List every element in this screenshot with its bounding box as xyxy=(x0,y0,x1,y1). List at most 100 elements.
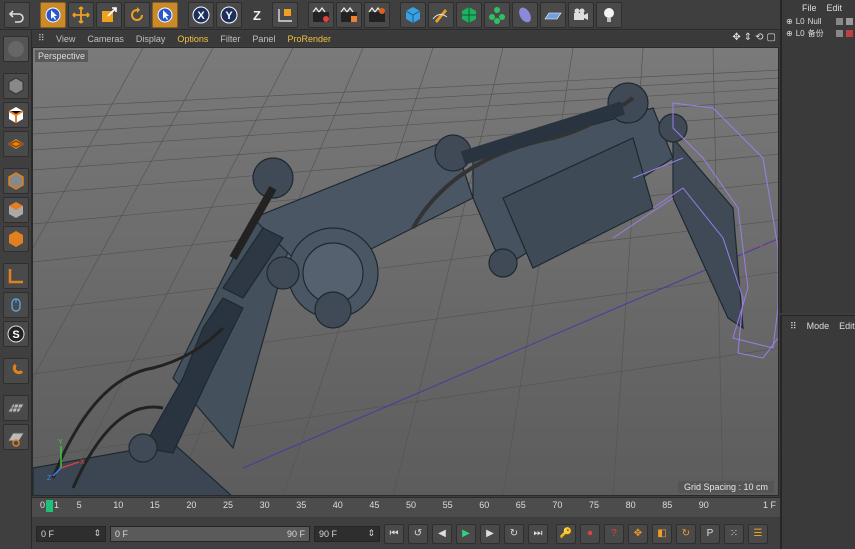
magnet-button[interactable] xyxy=(2,358,29,384)
menu-options[interactable]: Options xyxy=(171,34,214,44)
render-view-button[interactable] xyxy=(308,1,334,28)
menu-cameras[interactable]: Cameras xyxy=(81,34,130,44)
key-position-button[interactable]: ✥ xyxy=(628,523,648,544)
render-settings-button[interactable] xyxy=(364,1,390,28)
rotate-button[interactable] xyxy=(124,1,150,28)
recent-tool-button[interactable] xyxy=(152,1,178,28)
key-parameter-button[interactable]: P xyxy=(700,523,720,544)
subdivision-icon xyxy=(462,6,476,23)
move-button[interactable] xyxy=(68,1,94,28)
timeline-window-button[interactable]: ☰ xyxy=(748,523,768,544)
x-axis-button[interactable]: X xyxy=(188,1,214,28)
render-toggle[interactable] xyxy=(846,17,853,25)
y-axis-button[interactable]: Y xyxy=(216,1,242,28)
visibility-toggle[interactable] xyxy=(836,17,843,25)
cloner-button[interactable] xyxy=(484,1,510,28)
start-frame-field[interactable]: 0 F ⇕ xyxy=(36,525,106,542)
menu-edit[interactable]: Edit xyxy=(827,3,843,13)
floor-icon xyxy=(544,12,562,19)
polygons-mode-button[interactable] xyxy=(2,197,29,223)
tweak-mode-button[interactable] xyxy=(2,263,29,289)
render-view-icon xyxy=(312,6,329,22)
timeline-tick-label: 25 xyxy=(223,500,234,510)
next-frame-button[interactable]: ▶ xyxy=(480,523,500,544)
menu-view[interactable]: View xyxy=(50,34,81,44)
light-icon xyxy=(604,7,614,22)
menu-display[interactable]: Display xyxy=(130,34,172,44)
object-row-backup[interactable]: ⊕ L0 备份 xyxy=(782,27,855,39)
locked-workplane-button[interactable] xyxy=(2,424,29,450)
coordinate-system-icon xyxy=(278,8,292,22)
cube-button[interactable] xyxy=(400,1,426,28)
perspective-viewport[interactable]: Y X Z Perspective Grid Spacing : 10 cm xyxy=(32,47,779,496)
key-rotation-button[interactable]: ↻ xyxy=(676,523,696,544)
grip-icon: ⠿ xyxy=(790,320,797,331)
previous-frame-button[interactable]: ◀ xyxy=(432,523,452,544)
render-toggle[interactable] xyxy=(846,29,853,37)
undo-button[interactable] xyxy=(4,1,30,28)
maximize-icon[interactable]: ▢ xyxy=(767,32,776,43)
menu-prorender[interactable]: ProRender xyxy=(281,34,337,44)
deformer-button[interactable] xyxy=(512,1,538,28)
render-settings-icon xyxy=(368,6,385,22)
camera-button[interactable] xyxy=(568,1,594,28)
scale-button[interactable] xyxy=(96,1,122,28)
edges-mode-button[interactable] xyxy=(2,168,29,194)
timeline-tick-label: 35 xyxy=(296,500,307,510)
model-mode-button[interactable] xyxy=(2,73,29,99)
undo-icon xyxy=(8,9,24,23)
visibility-toggle[interactable] xyxy=(836,29,843,37)
pan-icon[interactable]: ✥ xyxy=(732,32,740,43)
record-icon: ⏺ xyxy=(587,528,593,539)
dolly-icon[interactable]: ⇕ xyxy=(744,32,752,43)
snap-button[interactable]: S xyxy=(2,321,29,347)
timeline-tick-label: 40 xyxy=(332,500,343,510)
points-mode-button[interactable] xyxy=(2,131,29,157)
render-picture-viewer-button[interactable] xyxy=(336,1,362,28)
svg-text:X: X xyxy=(197,10,205,22)
attribute-manager-menubar: ⠿ Mode Edit xyxy=(782,316,855,336)
pen-button[interactable] xyxy=(428,1,454,28)
x-axis-icon: X xyxy=(192,6,210,23)
next-key-button[interactable]: ↻ xyxy=(504,523,524,544)
go-to-end-button[interactable]: ⏭ xyxy=(528,523,548,544)
solo-button[interactable] xyxy=(2,292,29,318)
z-axis-button[interactable]: Z xyxy=(244,1,270,28)
live-select-button[interactable] xyxy=(40,1,66,28)
previous-key-button[interactable]: ↺ xyxy=(408,523,428,544)
workplane-button[interactable] xyxy=(2,395,29,421)
play-button[interactable]: ▶ xyxy=(456,523,476,544)
timeline-playhead[interactable] xyxy=(46,500,53,512)
make-editable-icon xyxy=(7,41,24,57)
floor-button[interactable] xyxy=(540,1,566,28)
expand-icon[interactable]: ⊕ xyxy=(786,29,793,38)
record-keys-button[interactable]: 🔑 xyxy=(556,523,576,544)
timeline-ruler[interactable]: 0 5 10 15 20 25 30 35 40 45 50 55 60 65 70 75 80 85 90 1 1… xyxy=(32,497,780,517)
model-mode-icon xyxy=(8,77,23,95)
solo-icon: S xyxy=(7,325,24,343)
key-scale-button[interactable]: ◧ xyxy=(652,523,672,544)
grid-spacing-readout: Grid Spacing : 10 cm xyxy=(677,481,774,493)
texture-mode-button[interactable] xyxy=(2,102,29,128)
orbit-icon[interactable]: ⟲ xyxy=(755,32,763,43)
menu-mode[interactable]: Mode xyxy=(807,321,830,331)
menu-file[interactable]: File xyxy=(802,3,817,13)
autokey-button[interactable]: ? xyxy=(604,523,624,544)
key-pla-button[interactable]: ⁙ xyxy=(724,523,744,544)
go-to-start-button[interactable]: ⏮ xyxy=(384,523,404,544)
expand-icon[interactable]: ⊕ xyxy=(786,17,793,26)
make-editable-button[interactable] xyxy=(2,36,29,62)
frame-range-slider[interactable]: 0 F 90 F xyxy=(110,525,310,542)
axis-mode-button[interactable] xyxy=(2,226,29,252)
end-frame-field[interactable]: 90 F ⇕ xyxy=(314,525,380,542)
light-button[interactable] xyxy=(596,1,622,28)
record-active-button[interactable]: ⏺ xyxy=(580,523,600,544)
texture-mode-icon xyxy=(8,107,23,123)
menu-edit[interactable]: Edit xyxy=(839,321,855,331)
menu-panel[interactable]: Panel xyxy=(246,34,281,44)
left-tool-palette: S xyxy=(0,30,32,549)
object-row-null[interactable]: ⊕ L0 Null xyxy=(782,15,855,27)
subdivision-button[interactable] xyxy=(456,1,482,28)
menu-filter[interactable]: Filter xyxy=(214,34,246,44)
coordinate-system-button[interactable] xyxy=(272,1,298,28)
